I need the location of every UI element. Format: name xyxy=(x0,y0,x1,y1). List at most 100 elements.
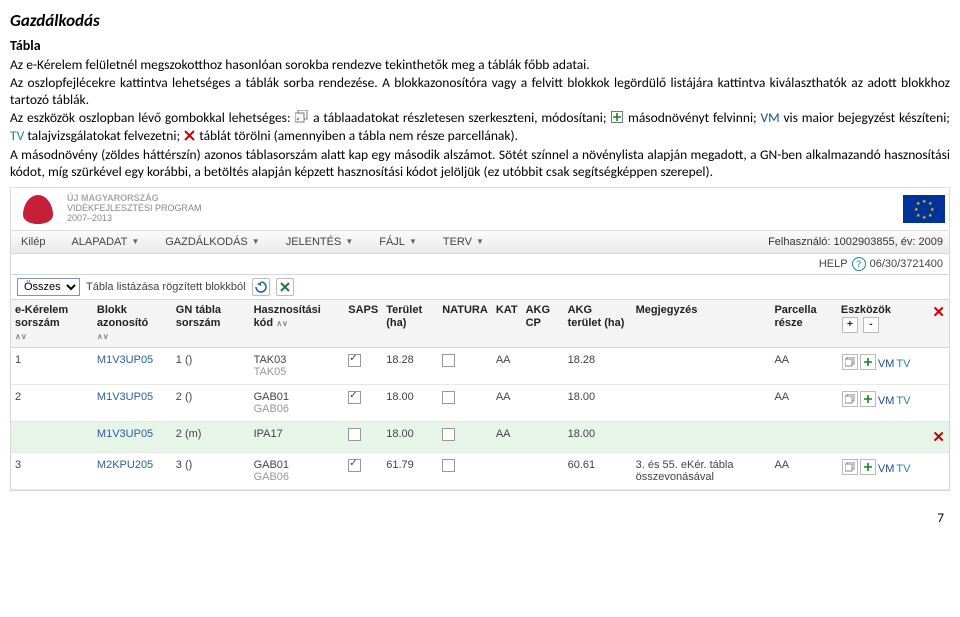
edit-row-icon[interactable] xyxy=(842,391,858,407)
chevron-down-icon: ▼ xyxy=(345,237,353,246)
cell-par xyxy=(770,422,836,453)
menu-alapadat[interactable]: ALAPADAT▼ xyxy=(67,234,149,250)
tv-button[interactable]: TV xyxy=(896,463,910,475)
paragraph-4: A másodnövény (zöldes háttérszín) azonos… xyxy=(10,146,950,181)
cell-ter: 61.79 xyxy=(382,453,438,490)
delete-row-icon[interactable]: ✕ xyxy=(932,429,945,446)
paragraph-1: Az e-Kérelem felületnél megszokotthoz ha… xyxy=(10,56,950,74)
help-phone: 06/30/3721400 xyxy=(870,258,943,270)
cell-par: AA xyxy=(770,348,836,385)
data-table: e-Kérelem sorszám∧∨ Blokk azonosító∧∨ GN… xyxy=(11,300,949,491)
add-row-icon[interactable] xyxy=(860,354,876,370)
user-info: Felhasználó: 1002903855, év: 2009 xyxy=(768,236,943,248)
vm-button[interactable]: VM xyxy=(878,358,895,370)
col-saps[interactable]: SAPS xyxy=(344,300,382,348)
cell-par: AA xyxy=(770,453,836,490)
cell-nat xyxy=(438,385,492,422)
cell-tools: VMTV xyxy=(837,348,928,385)
table-row: M1V3UP052 (m)IPA1718.00AA18.00✕ xyxy=(11,422,949,453)
cell-ter: 18.28 xyxy=(382,348,438,385)
sort-icon: ∧∨ xyxy=(276,319,288,328)
cell-par: AA xyxy=(770,385,836,422)
cell-blokk: M2KPU205 xyxy=(93,453,172,490)
saps-checkbox xyxy=(348,459,361,472)
cell-gn: 1 () xyxy=(172,348,250,385)
edit-row-icon[interactable] xyxy=(842,459,858,475)
col-akgter[interactable]: AKG terület (ha) xyxy=(564,300,632,348)
col-ekerelem[interactable]: e-Kérelem sorszám∧∨ xyxy=(11,300,93,348)
app-screenshot: ÚJ MAGYARORSZÁG VIDÉKFEJLESZTÉSI PROGRAM… xyxy=(10,187,950,492)
paragraph-2: Az oszlopfejlécekre kattintva lehetséges… xyxy=(10,74,950,109)
red-x-icon xyxy=(184,128,195,146)
cell-tools xyxy=(837,422,928,453)
delete-all-icon[interactable]: ✕ xyxy=(932,304,945,321)
cell-delete xyxy=(928,385,949,422)
cell-kat xyxy=(492,453,522,490)
col-megjegyzes[interactable]: Megjegyzés xyxy=(632,300,771,348)
table-header-row: e-Kérelem sorszám∧∨ Blokk azonosító∧∨ GN… xyxy=(11,300,949,348)
collapse-all-button[interactable]: - xyxy=(863,317,879,333)
tv-button[interactable]: TV xyxy=(896,395,910,407)
cell-meg: 3. és 55. eKér. tábla összevonásával xyxy=(632,453,771,490)
help-icon[interactable]: ? xyxy=(852,257,866,271)
edit-row-icon[interactable] xyxy=(842,354,858,370)
menu-gazdalkodas[interactable]: GAZDÁLKODÁS▼ xyxy=(161,234,269,250)
section-heading: Gazdálkodás xyxy=(10,10,950,31)
menu-jelentes[interactable]: JELENTÉS▼ xyxy=(282,234,364,250)
cell-delete xyxy=(928,348,949,385)
cell-akgter: 60.61 xyxy=(564,453,632,490)
col-hasznositasi[interactable]: Hasznosítási kód ∧∨ xyxy=(250,300,345,348)
program-banner: ÚJ MAGYARORSZÁG VIDÉKFEJLESZTÉSI PROGRAM… xyxy=(10,187,950,231)
block-link[interactable]: M1V3UP05 xyxy=(97,354,153,366)
sort-icon: ∧∨ xyxy=(97,332,109,341)
cell-hk: GAB01GAB06 xyxy=(250,385,345,422)
menu-exit[interactable]: Kilép xyxy=(17,234,55,250)
cell-hk: GAB01GAB06 xyxy=(250,453,345,490)
cell-kat: AA xyxy=(492,385,522,422)
cell-blokk: M1V3UP05 xyxy=(93,422,172,453)
edit-stack-icon xyxy=(295,110,308,128)
menu-terv[interactable]: TERV▼ xyxy=(439,234,494,250)
block-link[interactable]: M1V3UP05 xyxy=(97,391,153,403)
cell-nat xyxy=(438,453,492,490)
cell-nat xyxy=(438,348,492,385)
refresh-icon[interactable] xyxy=(252,278,270,296)
section-subheading: Tábla xyxy=(10,37,950,54)
col-kat[interactable]: KAT xyxy=(492,300,522,348)
cell-cp xyxy=(522,385,564,422)
block-link[interactable]: M1V3UP05 xyxy=(97,428,153,440)
tv-button[interactable]: TV xyxy=(896,358,910,370)
col-parcella[interactable]: Parcella része xyxy=(770,300,836,348)
add-row-icon[interactable] xyxy=(860,391,876,407)
natura-checkbox xyxy=(442,428,455,441)
cell-ekerelem: 1 xyxy=(11,348,93,385)
col-blokk[interactable]: Blokk azonosító∧∨ xyxy=(93,300,172,348)
cell-cp xyxy=(522,453,564,490)
expand-all-button[interactable]: + xyxy=(842,317,858,333)
cell-gn: 3 () xyxy=(172,453,250,490)
table-row: 2M1V3UP052 ()GAB01GAB0618.00AA18.00AAVMT… xyxy=(11,385,949,422)
plus-box-icon xyxy=(611,110,623,128)
block-link[interactable]: M2KPU205 xyxy=(97,459,153,471)
help-bar: HELP ? 06/30/3721400 xyxy=(10,254,950,275)
col-gn[interactable]: GN tábla sorszám xyxy=(172,300,250,348)
cell-cp xyxy=(522,348,564,385)
add-row-icon[interactable] xyxy=(860,459,876,475)
vm-button[interactable]: VM xyxy=(878,463,895,475)
help-label[interactable]: HELP xyxy=(819,258,848,270)
vm-button[interactable]: VM xyxy=(878,395,895,407)
app-menubar: Kilép ALAPADAT▼ GAZDÁLKODÁS▼ JELENTÉS▼ F… xyxy=(10,231,950,254)
chevron-down-icon: ▼ xyxy=(409,237,417,246)
cell-meg xyxy=(632,422,771,453)
table-row: 3M2KPU2053 ()GAB01GAB0661.7960.613. és 5… xyxy=(11,453,949,490)
cell-hk: IPA17 xyxy=(250,422,345,453)
chevron-down-icon: ▼ xyxy=(131,237,139,246)
excel-export-icon[interactable] xyxy=(276,278,294,296)
col-terulet[interactable]: Terület (ha) xyxy=(382,300,438,348)
menu-fajl[interactable]: FÁJL▼ xyxy=(375,234,427,250)
col-natura[interactable]: NATURA xyxy=(438,300,492,348)
chevron-down-icon: ▼ xyxy=(476,237,484,246)
program-logo-icon xyxy=(15,190,61,228)
col-akgcp[interactable]: AKG CP xyxy=(522,300,564,348)
filter-select[interactable]: Összes xyxy=(17,278,80,296)
